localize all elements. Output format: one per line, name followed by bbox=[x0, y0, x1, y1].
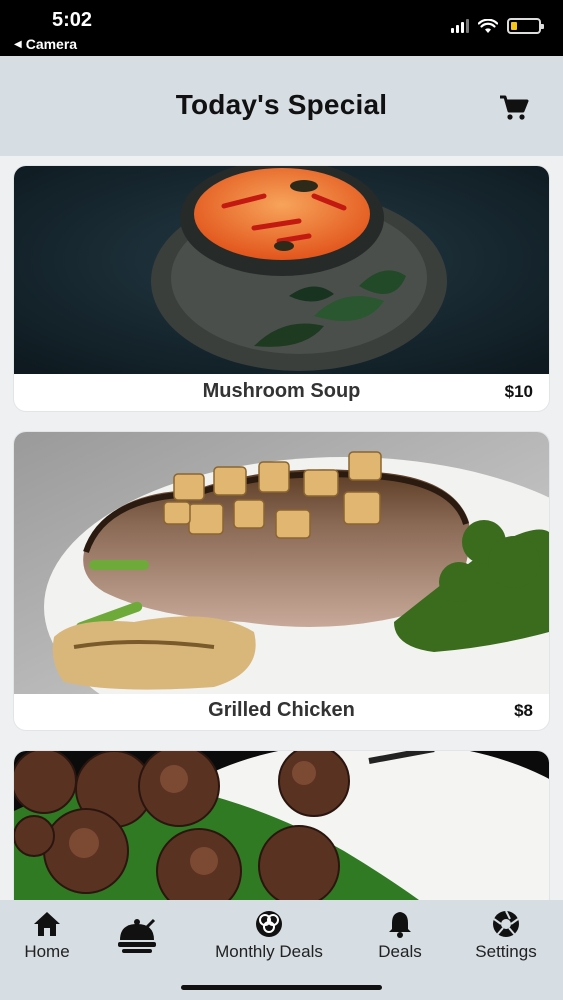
tab-label: Deals bbox=[378, 942, 422, 961]
cart-icon bbox=[500, 95, 529, 120]
home-indicator[interactable] bbox=[181, 985, 382, 990]
menu-item-price: $10 bbox=[504, 382, 533, 401]
meatballs-image bbox=[14, 751, 549, 900]
app-header: Today's Special bbox=[0, 56, 563, 156]
tab-label: Monthly Deals bbox=[215, 942, 323, 961]
food-cover-icon bbox=[118, 918, 156, 953]
status-time: 5:02 bbox=[52, 9, 93, 31]
wifi-icon bbox=[478, 18, 498, 33]
menu-item-name: Mushroom Soup bbox=[202, 380, 361, 402]
cellular-signal-icon bbox=[451, 19, 469, 33]
menu-card[interactable]: Mushroom Soup $10 bbox=[14, 166, 549, 411]
tab-deals[interactable]: Deals bbox=[366, 910, 434, 962]
menu-item-name: Grilled Chicken bbox=[208, 699, 355, 721]
menu-item-price: $8 bbox=[514, 701, 533, 720]
home-icon bbox=[34, 912, 60, 936]
menu-card[interactable]: Grilled Chicken $8 bbox=[14, 432, 549, 730]
back-to-app-link[interactable]: ◀ Camera bbox=[14, 36, 77, 52]
tab-home[interactable]: Home bbox=[12, 910, 82, 962]
tab-food[interactable] bbox=[110, 916, 164, 956]
grilled-chicken-image bbox=[14, 432, 549, 694]
tab-settings[interactable]: Settings bbox=[460, 910, 552, 962]
battery-icon bbox=[507, 18, 544, 34]
menu-card[interactable] bbox=[14, 751, 549, 900]
tab-monthly-deals[interactable]: Monthly Deals bbox=[198, 910, 340, 962]
tab-label: Home bbox=[24, 942, 70, 961]
bell-icon bbox=[389, 912, 411, 938]
mushroom-soup-image bbox=[14, 166, 549, 374]
tab-label: Settings bbox=[475, 942, 537, 961]
deals-circles-icon bbox=[256, 911, 282, 937]
status-bar: 5:02 ◀ Camera bbox=[0, 0, 563, 56]
back-triangle-icon: ◀ bbox=[14, 38, 22, 50]
page-title: Today's Special bbox=[175, 89, 388, 120]
status-indicators bbox=[451, 18, 544, 34]
back-app-label: Camera bbox=[25, 36, 78, 52]
menu-list[interactable]: Mushroom Soup $10 Grilled Chicken $8 bbox=[0, 156, 563, 900]
cart-button[interactable] bbox=[499, 94, 529, 122]
aperture-icon bbox=[493, 910, 519, 937]
